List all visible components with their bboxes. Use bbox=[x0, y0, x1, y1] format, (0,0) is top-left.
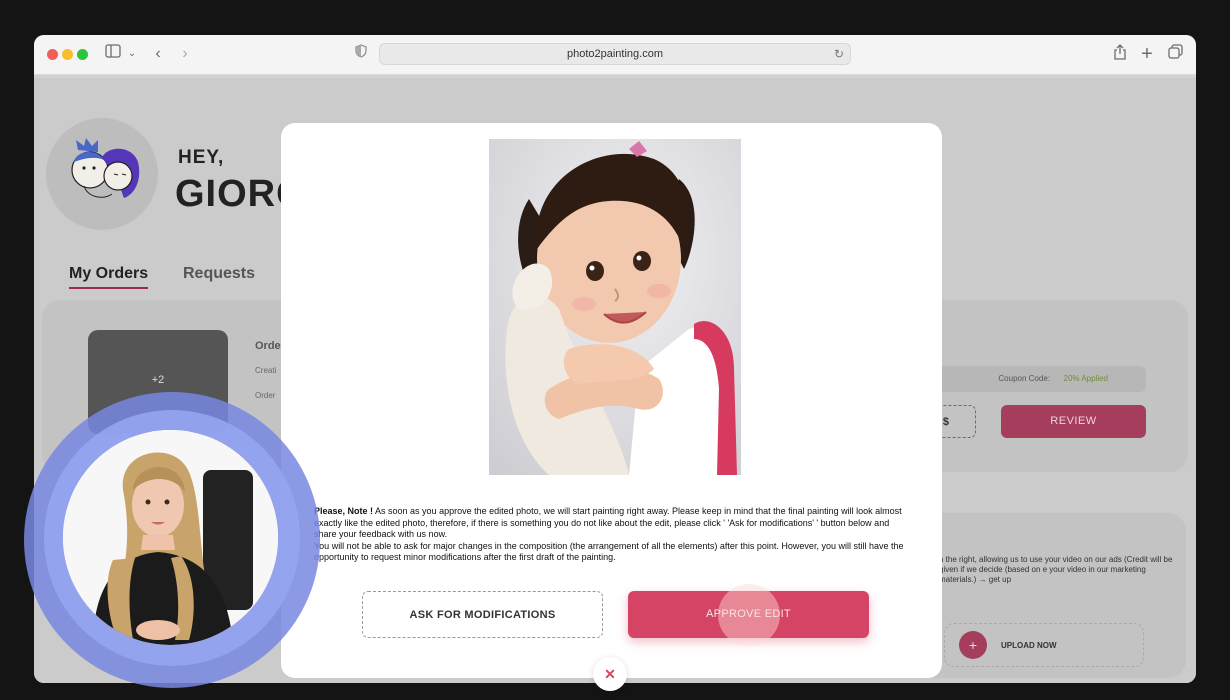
approve-edit-modal: Please, Note ! As soon as you approve th… bbox=[281, 123, 942, 691]
note-body-2: You will not be able to ask for major ch… bbox=[314, 540, 904, 563]
upload-now-button[interactable]: + UPLOAD NOW bbox=[944, 623, 1144, 667]
edited-photo bbox=[489, 139, 741, 475]
click-indicator bbox=[718, 584, 780, 646]
back-icon[interactable]: ‹ bbox=[151, 44, 165, 64]
tab-requests[interactable]: Requests bbox=[183, 265, 255, 283]
price-text: $ bbox=[942, 416, 949, 428]
tab-my-orders[interactable]: My Orders bbox=[69, 265, 149, 289]
shield-icon bbox=[354, 44, 368, 64]
order-title: Orde bbox=[255, 340, 281, 352]
promo-text: n the right, allowing us to use your vid… bbox=[939, 555, 1173, 584]
presenter-video bbox=[63, 430, 278, 645]
greeting: HEY, bbox=[178, 147, 225, 168]
promo-card: n the right, allowing us to use your vid… bbox=[919, 513, 1186, 678]
approval-note: Please, Note ! As soon as you approve th… bbox=[314, 506, 914, 564]
address-bar[interactable]: photo2painting.com ↻ bbox=[379, 43, 851, 65]
order-created: Creati bbox=[255, 366, 277, 375]
coupon-value: 20% Applied bbox=[1063, 374, 1108, 383]
share-icon[interactable] bbox=[1112, 44, 1128, 64]
close-icon[interactable]: ✕ bbox=[593, 657, 627, 691]
sidebar-icon[interactable] bbox=[104, 44, 122, 64]
faces-logo-icon bbox=[71, 138, 140, 198]
review-button[interactable]: REVIEW bbox=[1001, 405, 1146, 438]
note-heading: Please, Note ! bbox=[314, 506, 374, 516]
url-text: photo2painting.com bbox=[566, 48, 663, 60]
note-body: As soon as you approve the edited photo,… bbox=[314, 506, 902, 539]
new-tab-icon[interactable]: + bbox=[1139, 44, 1155, 64]
chevron-down-icon[interactable]: ⌄ bbox=[127, 44, 137, 64]
tabs-icon[interactable] bbox=[1167, 44, 1183, 64]
coupon-label: Coupon Code: bbox=[998, 374, 1050, 383]
ask-for-modifications-button[interactable]: ASK FOR MODIFICATIONS bbox=[362, 591, 603, 638]
order-line: Order bbox=[255, 391, 276, 400]
close-window-button[interactable] bbox=[47, 49, 58, 60]
thumbnail-count: +2 bbox=[151, 374, 165, 386]
reload-icon[interactable]: ↻ bbox=[834, 44, 844, 64]
forward-icon[interactable]: › bbox=[178, 44, 192, 64]
browser-toolbar: ⌄ ‹ › photo2painting.com ↻ + bbox=[34, 35, 1196, 75]
upload-label: UPLOAD NOW bbox=[1001, 641, 1057, 650]
zoom-window-button[interactable] bbox=[77, 49, 88, 60]
avatar bbox=[46, 118, 158, 230]
plus-icon: + bbox=[959, 631, 987, 659]
minimize-window-button[interactable] bbox=[62, 49, 73, 60]
